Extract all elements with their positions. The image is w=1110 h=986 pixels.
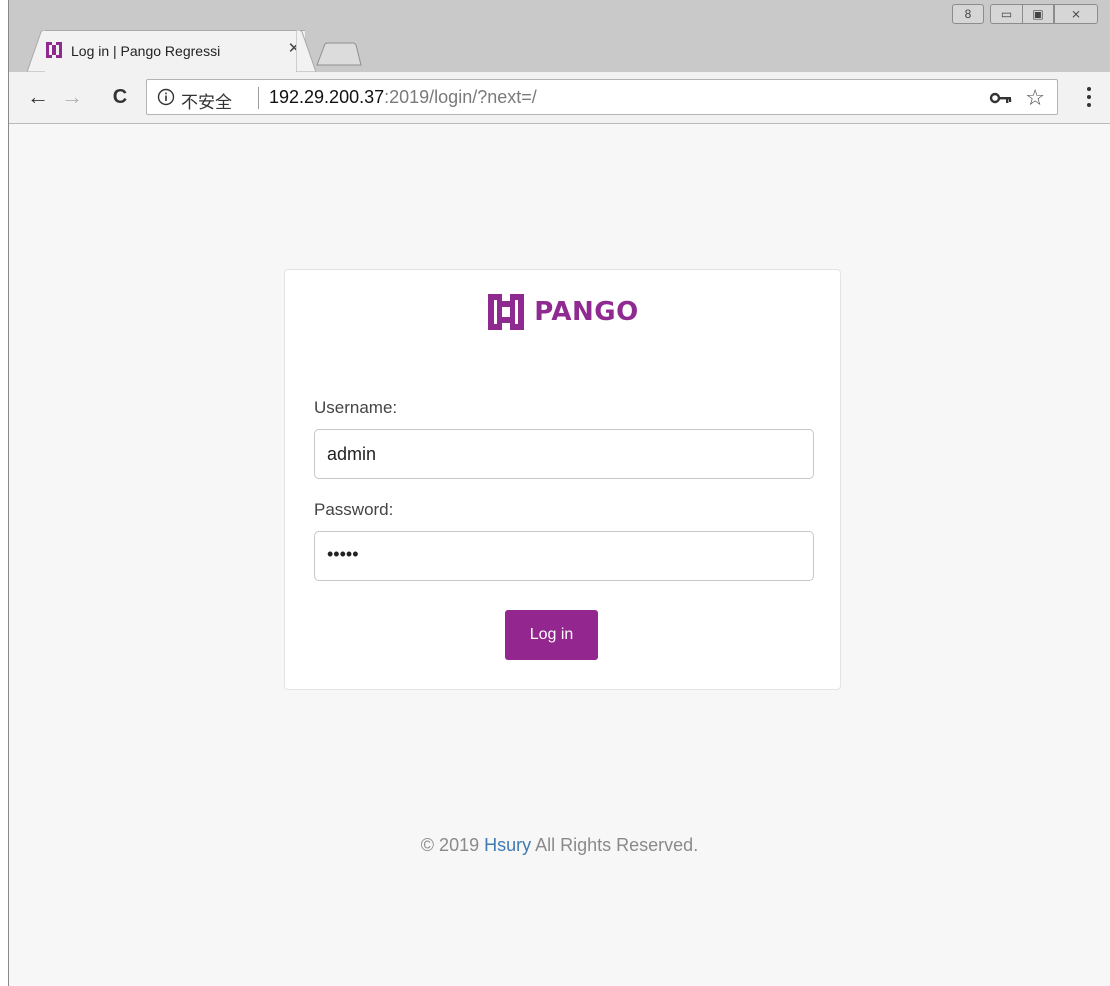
login-button[interactable]: Log in bbox=[505, 610, 598, 660]
maximize-icon[interactable]: ▣ bbox=[1022, 4, 1054, 24]
address-bar[interactable]: 不安全 192.29.200.37:2019/login/?next=/ ☆ bbox=[146, 79, 1058, 115]
username-label: Username: bbox=[314, 398, 398, 417]
url-text[interactable]: 192.29.200.37:2019/login/?next=/ bbox=[269, 87, 537, 108]
footer-author-link[interactable]: Hsury bbox=[484, 835, 531, 855]
forward-icon[interactable]: → bbox=[59, 84, 85, 110]
tab-title: Log in | Pango Regressi bbox=[71, 43, 221, 59]
pango-favicon-icon bbox=[46, 42, 62, 58]
tab-strip: Log in | Pango Regressi ✕ 8 ▭ ▣ ⨯ bbox=[9, 0, 1110, 72]
security-label[interactable]: 不安全 bbox=[181, 88, 232, 113]
brand-logo: PANGO bbox=[285, 290, 840, 334]
back-icon[interactable]: ← bbox=[25, 84, 51, 110]
info-icon[interactable] bbox=[157, 88, 175, 106]
browser-window: Log in | Pango Regressi ✕ 8 ▭ ▣ ⨯ ← → C bbox=[0, 0, 1110, 986]
brand-name: PANGO bbox=[534, 297, 639, 327]
footer-suffix: All Rights Reserved. bbox=[531, 835, 699, 855]
new-tab-icon[interactable] bbox=[315, 42, 363, 66]
tab-left-edge bbox=[27, 30, 47, 72]
page-content: PANGO Username: admin Password: ••••• Lo… bbox=[9, 124, 1110, 986]
footer-prefix: © 2019 bbox=[420, 835, 485, 855]
window-border bbox=[0, 0, 9, 986]
footer-copyright: © 2019 Hsury All Rights Reserved. bbox=[9, 835, 1110, 856]
reload-icon[interactable]: C bbox=[107, 84, 133, 110]
minimize-icon[interactable]: ▭ bbox=[990, 4, 1022, 24]
user-profile-icon[interactable]: 8 bbox=[952, 4, 984, 24]
tab-right-edge bbox=[296, 30, 316, 72]
browser-toolbar: ← → C 不安全 192.29.200.37:2019/login/?next… bbox=[9, 72, 1110, 124]
bookmark-star-icon[interactable]: ☆ bbox=[1025, 85, 1045, 111]
tab-active[interactable]: Log in | Pango Regressi ✕ bbox=[45, 30, 305, 72]
pango-logo-icon bbox=[488, 294, 525, 330]
menu-icon[interactable] bbox=[1086, 84, 1092, 110]
url-path: :2019/login/?next=/ bbox=[384, 87, 537, 107]
window-buttons: ▭ ▣ ⨯ bbox=[990, 4, 1098, 26]
address-separator bbox=[258, 87, 259, 109]
password-label: Password: bbox=[314, 500, 394, 519]
login-card: PANGO Username: admin Password: ••••• Lo… bbox=[284, 269, 841, 690]
username-input[interactable]: admin bbox=[314, 429, 814, 479]
url-host: 192.29.200.37 bbox=[269, 87, 385, 107]
window-controls: 8 ▭ ▣ ⨯ bbox=[952, 4, 1098, 26]
key-icon[interactable] bbox=[989, 90, 1013, 106]
password-input[interactable]: ••••• bbox=[314, 531, 814, 581]
close-window-icon[interactable]: ⨯ bbox=[1054, 4, 1098, 24]
